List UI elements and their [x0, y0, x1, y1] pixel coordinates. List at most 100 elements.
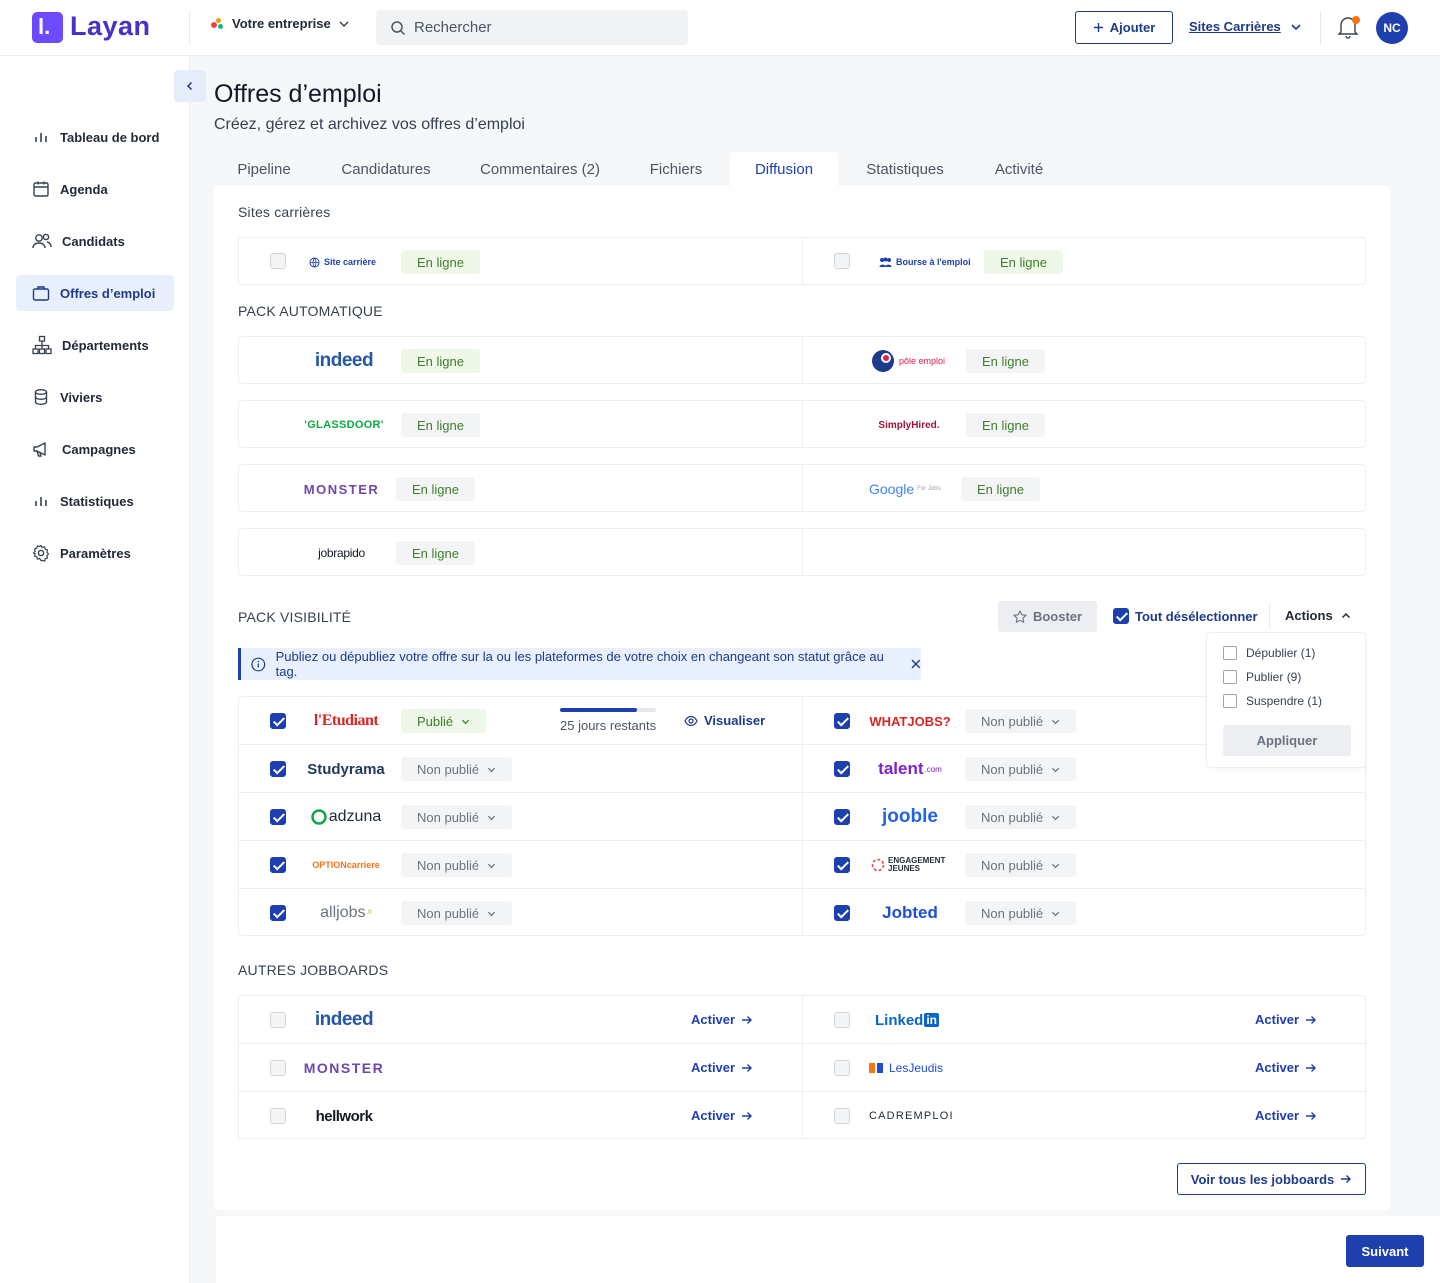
- close-icon[interactable]: [911, 659, 921, 669]
- bar-chart-icon: [35, 497, 47, 506]
- publish-status-label: Non publié: [417, 809, 480, 825]
- jooble-logo: jooble: [882, 806, 938, 827]
- optioncarriere-checkbox[interactable]: [270, 857, 286, 873]
- booster-button[interactable]: Booster: [998, 601, 1097, 632]
- sidebar-item-parametres[interactable]: Paramètres: [16, 535, 174, 571]
- studyrama-checkbox[interactable]: [270, 761, 286, 777]
- career-site-checkbox[interactable]: [270, 253, 286, 269]
- visualize-link[interactable]: Visualiser: [684, 713, 765, 728]
- career-site-name: Site carrière: [324, 257, 377, 267]
- activate-linkedin-button[interactable]: Activer: [1255, 1012, 1317, 1027]
- sidebar-item-viviers[interactable]: Viviers: [16, 379, 174, 415]
- sidebar-item-agenda[interactable]: Agenda: [16, 171, 174, 207]
- sidebar-item-campagnes[interactable]: Campagnes: [16, 431, 174, 467]
- add-button-label: Ajouter: [1109, 20, 1156, 35]
- sidebar-item-departements[interactable]: Départements: [16, 327, 174, 363]
- publish-status-dropdown[interactable]: Non publié: [401, 853, 513, 877]
- linkedin-checkbox[interactable]: [834, 1012, 850, 1028]
- deselect-all-toggle[interactable]: Tout désélectionner: [1113, 608, 1258, 624]
- divider: [1320, 12, 1321, 44]
- whatjobs-checkbox[interactable]: [834, 713, 850, 729]
- engagement-jeunes-checkbox[interactable]: [834, 857, 850, 873]
- google-logo-suffix: For Jobs: [917, 486, 941, 492]
- menu-checkbox[interactable]: [1223, 694, 1237, 708]
- collapse-sidebar-button[interactable]: [174, 70, 206, 102]
- info-banner-text: Publiez ou dépubliez votre offre sur la …: [275, 649, 884, 679]
- alljobs-checkbox[interactable]: [270, 905, 286, 921]
- indeed-checkbox[interactable]: [270, 1012, 286, 1028]
- app-logo-text[interactable]: Layan: [70, 11, 151, 42]
- talent-checkbox[interactable]: [834, 761, 850, 777]
- activate-monster-button[interactable]: Activer: [691, 1060, 753, 1075]
- adzuna-checkbox[interactable]: [270, 809, 286, 825]
- publish-status-label: Non publié: [417, 905, 480, 921]
- tab-diffusion[interactable]: Diffusion: [730, 152, 838, 186]
- status-badge: En ligne: [396, 477, 475, 501]
- publish-status-dropdown[interactable]: Non publié: [965, 805, 1077, 829]
- cadremploi-checkbox[interactable]: [834, 1108, 850, 1124]
- tab-statistiques[interactable]: Statistiques: [842, 152, 968, 186]
- publish-status-dropdown[interactable]: Non publié: [965, 901, 1077, 925]
- talent-logo-text: talent: [878, 759, 924, 778]
- tab-candidatures[interactable]: Candidatures: [318, 152, 454, 186]
- activate-lesjeudis-button[interactable]: Activer: [1255, 1060, 1317, 1075]
- sidebar-item-tableau-de-bord[interactable]: Tableau de bord: [16, 119, 174, 155]
- activate-label: Activer: [691, 1012, 736, 1027]
- chevron-down-icon[interactable]: [1289, 20, 1303, 34]
- sidebar-item-statistiques[interactable]: Statistiques: [16, 483, 174, 519]
- user-avatar[interactable]: NC: [1376, 12, 1408, 44]
- activate-hellwork-button[interactable]: Activer: [691, 1108, 753, 1123]
- career-sites-link[interactable]: Sites Carrières: [1189, 19, 1281, 34]
- publish-status-dropdown[interactable]: Non publié: [401, 757, 513, 781]
- menu-item-suspendre[interactable]: Suspendre (1): [1223, 694, 1322, 708]
- publish-status-dropdown[interactable]: Non publié: [401, 901, 513, 925]
- tab-activite[interactable]: Activité: [972, 152, 1066, 186]
- jooble-checkbox[interactable]: [834, 809, 850, 825]
- publish-status-dropdown[interactable]: Non publié: [401, 805, 513, 829]
- tab-commentaires[interactable]: Commentaires (2): [458, 152, 622, 186]
- activate-indeed-button[interactable]: Activer: [691, 1012, 753, 1027]
- app-logo-mark[interactable]: l.: [32, 12, 63, 43]
- whatjobs-logo: WHATJOBS?: [869, 713, 951, 729]
- search-bar[interactable]: [376, 10, 688, 45]
- days-remaining: 25 jours restants: [560, 718, 657, 733]
- sidebar-item-candidats[interactable]: Candidats: [16, 223, 174, 259]
- hellwork-checkbox[interactable]: [270, 1108, 286, 1124]
- jobted-checkbox[interactable]: [834, 905, 850, 921]
- chevron-down-icon: [1052, 911, 1060, 916]
- publish-status-dropdown[interactable]: Publié: [401, 709, 487, 733]
- section-label-pack-visibilite: PACK VISIBILITÉ: [238, 609, 352, 625]
- apply-button[interactable]: Appliquer: [1223, 725, 1351, 756]
- page-title: Offres d’emploi: [214, 80, 382, 108]
- job-board-checkbox[interactable]: [834, 253, 850, 269]
- monster-checkbox[interactable]: [270, 1060, 286, 1076]
- menu-checkbox[interactable]: [1223, 646, 1237, 660]
- lesjeudis-checkbox[interactable]: [834, 1060, 850, 1076]
- menu-item-publier[interactable]: Publier (9): [1223, 670, 1301, 684]
- jobrapido-logo: jobrapido: [318, 546, 365, 560]
- activate-cadremploi-button[interactable]: Activer: [1255, 1108, 1317, 1123]
- company-selector[interactable]: Votre entreprise: [210, 16, 349, 31]
- optioncarriere-logo: OPTIONcarriere: [312, 860, 380, 870]
- menu-item-depublier[interactable]: Dépublier (1): [1223, 646, 1315, 660]
- deselect-all-checkbox[interactable]: [1113, 608, 1129, 624]
- tab-pipeline[interactable]: Pipeline: [214, 152, 314, 186]
- menu-checkbox[interactable]: [1223, 670, 1237, 684]
- publish-status-dropdown[interactable]: Non publié: [965, 757, 1077, 781]
- sidebar-item-offres-emploi[interactable]: Offres d’emploi: [16, 275, 174, 311]
- add-button[interactable]: Ajouter: [1075, 11, 1173, 44]
- sidebar-item-label: Statistiques: [60, 493, 134, 509]
- chevron-down-icon: [1052, 863, 1060, 868]
- publish-status-dropdown[interactable]: Non publié: [965, 853, 1077, 877]
- publish-status-dropdown[interactable]: Non publié: [965, 709, 1077, 733]
- letudiant-checkbox[interactable]: [270, 713, 286, 729]
- pack-auto-row: jobrapido En ligne: [238, 528, 1366, 576]
- search-icon: [391, 20, 406, 35]
- users-icon: [32, 233, 52, 249]
- search-input[interactable]: [414, 19, 674, 36]
- next-button[interactable]: Suivant: [1346, 1235, 1424, 1267]
- tab-fichiers[interactable]: Fichiers: [626, 152, 726, 186]
- actions-dropdown[interactable]: Actions: [1285, 608, 1351, 623]
- see-all-jobboards-button[interactable]: Voir tous les jobboards: [1177, 1163, 1366, 1195]
- arrow-right-icon: [1306, 1111, 1317, 1120]
